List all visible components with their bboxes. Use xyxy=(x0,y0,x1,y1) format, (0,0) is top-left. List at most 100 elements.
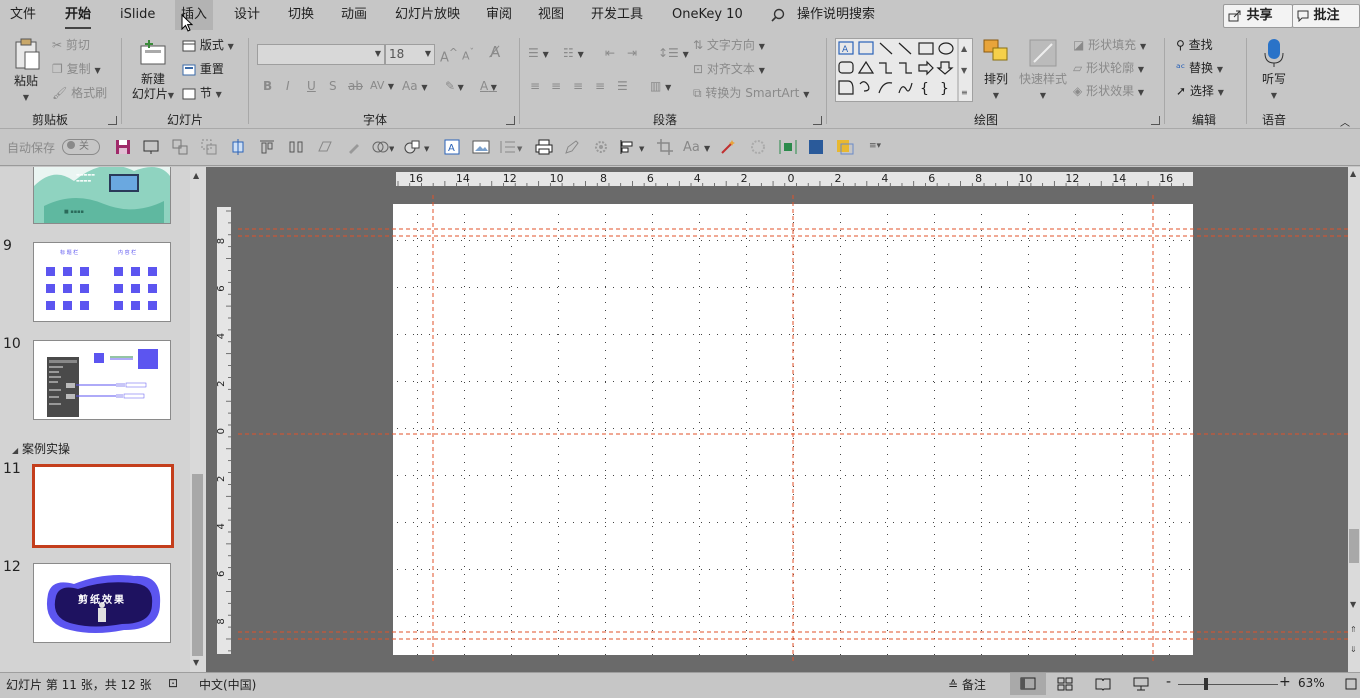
align-center-shape-icon[interactable] xyxy=(230,139,246,155)
format-brush-icon[interactable] xyxy=(346,139,362,155)
notes-button[interactable]: ≙ 备注 xyxy=(948,676,986,693)
columns-icon[interactable]: ▥ ▼ xyxy=(650,77,671,97)
previous-slide-icon[interactable]: ⇑ xyxy=(1350,625,1357,634)
slide-thumbnail-8[interactable]: ▬▬▬▬▬ ▬▬▬▬ ■ ▪▪▪▪ xyxy=(33,167,171,224)
char-spacing-button[interactable]: AV ▼ xyxy=(370,77,394,96)
change-case-qat-icon[interactable]: Aa ▼ xyxy=(683,140,710,155)
slide-thumbnail-11-selected[interactable] xyxy=(32,464,174,548)
clear-format-icon[interactable]: A̸ xyxy=(490,43,500,61)
share-button[interactable]: 共享 xyxy=(1223,4,1293,28)
slide-sorter-icon[interactable] xyxy=(1057,677,1073,691)
shadow-button[interactable]: S xyxy=(329,77,337,95)
align-center-icon[interactable]: ≡ xyxy=(551,77,561,95)
arrange-button[interactable]: 排列 ▼ xyxy=(979,38,1013,103)
fill-blue-icon[interactable] xyxy=(808,139,824,155)
scrollbar-thumb[interactable] xyxy=(192,474,203,656)
paste-button[interactable]: 粘贴 ▼ xyxy=(8,38,44,105)
slideshow-view-icon[interactable] xyxy=(1133,677,1149,691)
ungroup-shapes-icon[interactable] xyxy=(201,139,217,155)
strikethrough-button[interactable]: ab xyxy=(348,77,363,95)
align-top-icon[interactable] xyxy=(259,139,275,155)
align-right-icon[interactable]: ≡ xyxy=(573,77,583,95)
shape-union-icon[interactable]: ▼ xyxy=(372,139,394,155)
collapse-triangle-icon[interactable]: ◢ xyxy=(12,446,18,455)
drawing-launcher-icon[interactable] xyxy=(1151,116,1160,125)
highlight-icon[interactable]: ✎ ▼ xyxy=(445,77,464,97)
tab-slideshow[interactable]: 幻灯片放映 xyxy=(395,0,460,30)
zoom-slider-track[interactable] xyxy=(1178,684,1278,685)
replace-button[interactable]: ᵃᶜ 替换 ▼ xyxy=(1176,59,1223,79)
line-spacing-qat-icon[interactable]: ▼ xyxy=(498,139,524,155)
scrollbar-thumb[interactable] xyxy=(1349,529,1359,563)
text-box-icon[interactable]: A xyxy=(444,139,460,155)
shape-effects-button[interactable]: ◈ 形状效果 ▼ xyxy=(1073,82,1144,102)
presentation-icon[interactable] xyxy=(143,139,159,155)
decrease-indent-icon[interactable]: ⇤ xyxy=(605,44,615,62)
line-spacing-icon[interactable]: ↕☰ ▼ xyxy=(658,44,689,64)
language-status[interactable]: 中文(中国) xyxy=(199,676,256,693)
zoom-out-button[interactable]: - xyxy=(1166,674,1171,690)
slide-thumbnail-9[interactable]: 标 题 栏 内 容 栏 xyxy=(33,242,171,322)
edit-shape-icon[interactable] xyxy=(564,139,580,155)
fill-yellow-icon[interactable] xyxy=(836,139,854,155)
font-size-combobox[interactable]: 18 ▼ xyxy=(385,44,435,65)
justify-icon[interactable]: ≡ xyxy=(595,77,605,95)
rotate-gear-icon[interactable] xyxy=(750,139,766,155)
zoom-in-button[interactable]: + xyxy=(1279,674,1291,690)
crop-shape-icon[interactable] xyxy=(317,139,333,155)
bold-button[interactable]: B xyxy=(263,77,272,95)
save-icon[interactable] xyxy=(115,139,131,155)
align-objects-icon[interactable]: ▼ xyxy=(619,139,647,155)
clipboard-launcher-icon[interactable] xyxy=(108,116,117,125)
numbering-icon[interactable]: ☷ ▼ xyxy=(563,44,584,64)
thumbnail-scrollbar[interactable]: ▲ ▼ xyxy=(190,167,206,672)
tab-home[interactable]: 开始 xyxy=(65,0,92,30)
reading-view-icon[interactable] xyxy=(1095,677,1111,691)
tab-developer[interactable]: 开发工具 xyxy=(591,0,643,30)
tab-review[interactable]: 审阅 xyxy=(486,0,512,30)
shrink-font-button[interactable]: Aˇ xyxy=(462,44,474,66)
tab-islide[interactable]: iSlide xyxy=(120,0,155,30)
convert-smartart-button[interactable]: ⧉ 转换为 SmartArt ▼ xyxy=(693,84,809,104)
copy-button[interactable]: ❐ 复制 ▼ xyxy=(52,60,101,80)
accessibility-icon[interactable]: ⊡ xyxy=(168,676,178,690)
slide-thumbnail-12[interactable]: 剪纸效果 xyxy=(33,563,171,643)
tab-onekey[interactable]: OneKey 10 xyxy=(672,0,743,30)
underline-button[interactable]: U xyxy=(307,77,316,95)
print-icon[interactable] xyxy=(535,139,553,155)
tab-file[interactable]: 文件 xyxy=(10,0,36,30)
scroll-up-icon[interactable]: ▲ xyxy=(193,171,199,180)
font-name-combobox[interactable]: ▼ xyxy=(257,44,385,65)
crop-icon[interactable] xyxy=(657,139,673,155)
font-launcher-icon[interactable] xyxy=(506,116,515,125)
new-slide-button[interactable]: 新建 幻灯片▼ xyxy=(128,38,178,103)
grow-font-button[interactable]: A^ xyxy=(440,44,458,67)
editor-vertical-scrollbar[interactable]: ▲ ▼ ⇑ ⇓ xyxy=(1348,167,1360,672)
picture-icon[interactable] xyxy=(472,139,490,155)
increase-indent-icon[interactable]: ⇥ xyxy=(627,44,637,62)
tell-me-search[interactable]: 操作说明搜索 xyxy=(797,0,875,30)
align-left-icon[interactable]: ≡ xyxy=(530,77,540,95)
scroll-down-icon[interactable]: ▼ xyxy=(193,658,199,667)
select-button[interactable]: ➚ 选择 ▼ xyxy=(1176,82,1224,102)
text-direction-button[interactable]: ⇅ 文字方向 ▼ xyxy=(693,36,765,56)
zoom-slider-thumb[interactable] xyxy=(1204,678,1208,690)
slide-thumbnail-10[interactable] xyxy=(33,340,171,420)
scroll-down-icon[interactable]: ▼ xyxy=(1350,600,1356,609)
find-button[interactable]: ⚲ 查找 xyxy=(1176,36,1213,54)
scroll-up-icon[interactable]: ▲ xyxy=(1350,169,1356,178)
quick-styles-button[interactable]: 快速样式 ▼ xyxy=(1017,38,1069,103)
tab-design[interactable]: 设计 xyxy=(234,0,260,30)
section-button[interactable]: 节 ▼ xyxy=(182,84,222,104)
section-header[interactable]: ◢ 案例实操 xyxy=(12,440,70,457)
shape-insert-icon[interactable]: ▼ xyxy=(404,139,432,155)
group-shapes-icon[interactable] xyxy=(172,139,188,155)
reset-button[interactable]: 重置 xyxy=(182,60,224,78)
distribute-icon[interactable] xyxy=(288,139,304,155)
tab-transitions[interactable]: 切换 xyxy=(288,0,314,30)
distributed-icon[interactable]: ☰ xyxy=(617,77,628,95)
change-case-button[interactable]: Aa ▼ xyxy=(402,77,428,97)
fit-slide-icon[interactable] xyxy=(1344,676,1358,692)
italic-button[interactable]: I xyxy=(286,77,290,95)
shapes-gallery[interactable]: A {} ▲ ▼ ≡ xyxy=(835,38,973,102)
